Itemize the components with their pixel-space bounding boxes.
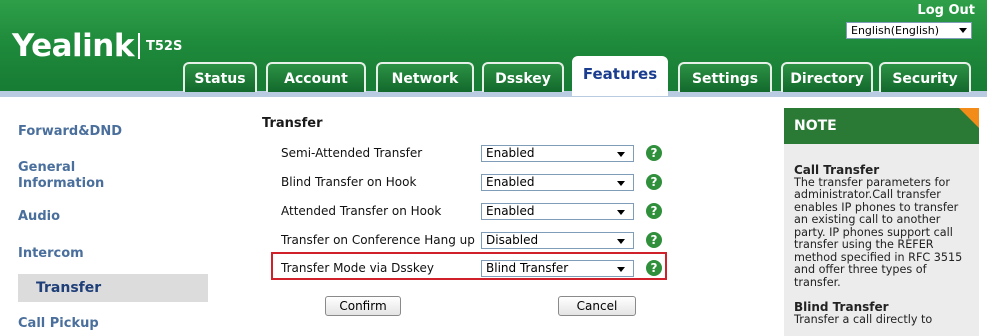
brand-logo: Yealink — [12, 28, 134, 64]
tab-directory[interactable]: Directory — [781, 62, 873, 92]
confirm-button[interactable]: Confirm — [325, 296, 401, 316]
logout-link[interactable]: Log Out — [917, 3, 975, 18]
tab-account[interactable]: Account — [266, 62, 366, 92]
select-attended-hook[interactable]: Enabled — [481, 203, 634, 220]
help-icon[interactable]: ? — [646, 145, 662, 161]
section-title: Transfer — [262, 116, 323, 131]
help-icon[interactable]: ? — [646, 232, 662, 248]
select-semi-attended[interactable]: Enabled — [481, 145, 634, 162]
sidebar-item-intercom[interactable]: Intercom — [18, 246, 208, 261]
row-label-semi-attended: Semi-Attended Transfer — [281, 146, 423, 160]
note-heading: Call Transfer — [794, 163, 880, 177]
cancel-button[interactable]: Cancel — [558, 296, 636, 316]
chevron-down-icon — [617, 152, 625, 157]
select-transfer-mode-dsskey[interactable]: Blind Transfer — [481, 260, 634, 277]
select-value: Enabled — [486, 146, 535, 160]
note-text: Transfer a call directly to — [794, 312, 933, 326]
sidebar-item-audio[interactable]: Audio — [18, 209, 208, 224]
select-value: Disabled — [486, 233, 539, 247]
tab-status[interactable]: Status — [183, 62, 257, 92]
sidebar-item-transfer[interactable]: Transfer — [18, 274, 208, 302]
language-select[interactable]: English(English) — [846, 22, 972, 39]
note-text: The transfer parameters for administrato… — [794, 175, 963, 289]
tab-network[interactable]: Network — [376, 62, 474, 92]
row-label-blind-hook: Blind Transfer on Hook — [281, 175, 417, 189]
chevron-down-icon — [617, 239, 625, 244]
select-value: Enabled — [486, 204, 535, 218]
select-conference-hangup[interactable]: Disabled — [481, 232, 634, 249]
row-label-conference-hangup: Transfer on Conference Hang up — [281, 233, 475, 247]
note-title: NOTE — [784, 108, 979, 144]
tab-security[interactable]: Security — [879, 62, 971, 92]
tab-settings[interactable]: Settings — [678, 62, 772, 92]
select-value: Blind Transfer — [486, 261, 569, 275]
help-icon[interactable]: ? — [646, 203, 662, 219]
sidebar-item-general-information[interactable]: General Information — [18, 160, 138, 192]
sidebar-item-forward-dnd[interactable]: Forward&DND — [18, 124, 208, 139]
note-panel: NOTE Call Transfer The transfer paramete… — [784, 108, 979, 336]
note-corner-accent — [959, 108, 979, 128]
logo-separator — [138, 33, 140, 59]
chevron-down-icon — [617, 210, 625, 215]
chevron-down-icon — [617, 267, 625, 272]
help-icon[interactable]: ? — [646, 260, 662, 276]
help-icon[interactable]: ? — [646, 174, 662, 190]
tab-dsskey[interactable]: Dsskey — [482, 62, 564, 92]
sidebar-item-call-pickup[interactable]: Call Pickup — [18, 316, 208, 331]
model-label: T52S — [146, 39, 183, 54]
chevron-down-icon — [959, 28, 967, 33]
select-value: Enabled — [486, 175, 535, 189]
select-blind-hook[interactable]: Enabled — [481, 174, 634, 191]
row-label-transfer-mode-dsskey: Transfer Mode via Dsskey — [281, 261, 434, 275]
language-value: English(English) — [851, 24, 940, 37]
row-label-attended-hook: Attended Transfer on Hook — [281, 204, 442, 218]
note-body: Call Transfer The transfer parameters fo… — [794, 164, 972, 326]
note-heading: Blind Transfer — [794, 300, 889, 314]
tab-features[interactable]: Features — [572, 56, 668, 96]
chevron-down-icon — [617, 181, 625, 186]
